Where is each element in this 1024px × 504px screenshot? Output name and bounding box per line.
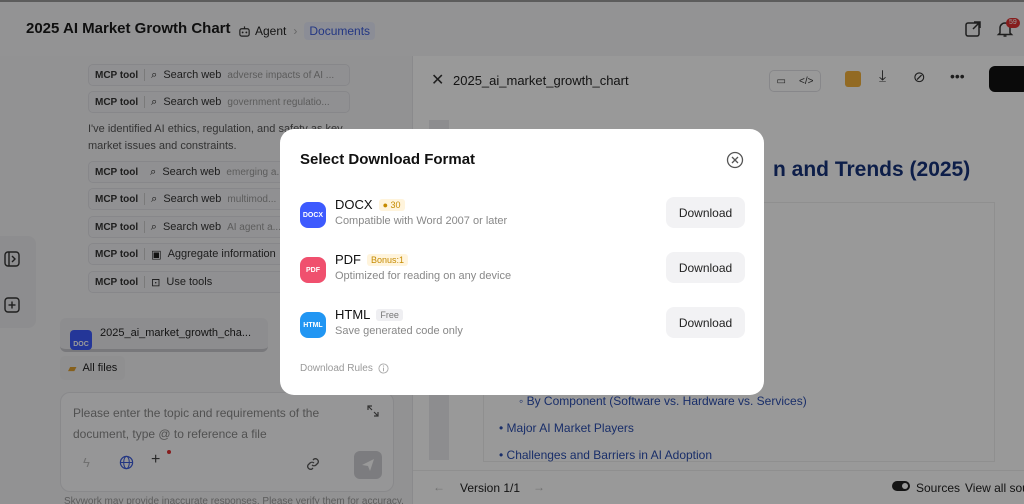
pdf-file-icon: PDF — [300, 257, 326, 283]
bonus-badge: Bonus:1 — [367, 253, 409, 266]
download-docx-button[interactable]: Download — [666, 197, 745, 228]
close-icon[interactable] — [726, 151, 744, 169]
format-description: Compatible with Word 2007 or later — [335, 215, 508, 227]
format-description: Save generated code only — [335, 325, 463, 337]
info-icon — [378, 363, 389, 374]
format-row-docx: DOCX DOCX ● 30 Compatible with Word 2007… — [300, 197, 746, 237]
download-pdf-button[interactable]: Download — [666, 252, 745, 283]
download-format-dialog: Select Download Format DOCX DOCX ● 30 Co… — [280, 129, 764, 395]
format-name: PDF Bonus:1 — [335, 252, 409, 267]
format-row-pdf: PDF PDF Bonus:1 Optimized for reading on… — [300, 252, 746, 292]
free-badge: Free — [376, 308, 403, 321]
download-rules-link[interactable]: Download Rules — [300, 363, 389, 374]
format-description: Optimized for reading on any device — [335, 270, 512, 282]
format-name: HTML Free — [335, 307, 403, 322]
download-html-button[interactable]: Download — [666, 307, 745, 338]
format-name: DOCX ● 30 — [335, 197, 405, 212]
dialog-title: Select Download Format — [300, 151, 476, 168]
coin-cost-badge: ● 30 — [378, 198, 405, 211]
html-file-icon: HTML — [300, 312, 326, 338]
format-row-html: HTML HTML Free Save generated code only … — [300, 307, 746, 347]
docx-file-icon: DOCX — [300, 202, 326, 228]
